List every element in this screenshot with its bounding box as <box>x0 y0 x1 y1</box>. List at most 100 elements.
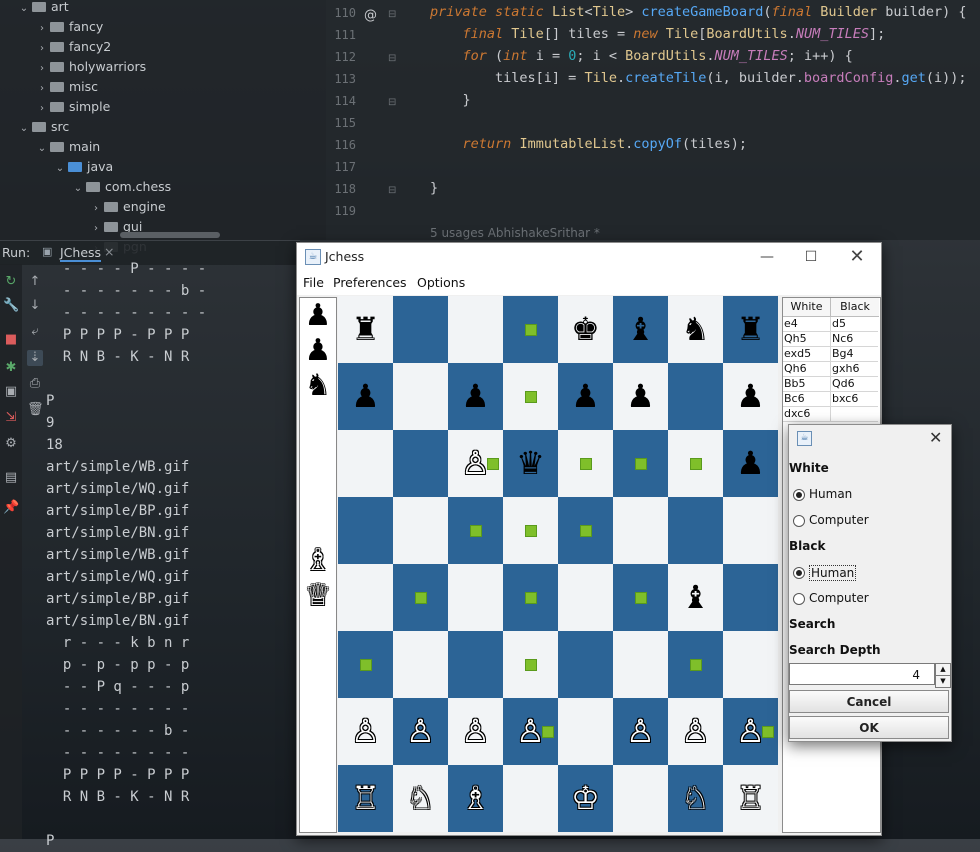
usages-hint[interactable]: 5 usages AbhishakeSrithar * <box>430 226 600 240</box>
black-rook-icon[interactable]: ♜ <box>723 296 778 363</box>
white-bishop-icon[interactable]: ♗ <box>448 765 503 832</box>
close-tab-icon[interactable]: × <box>104 244 114 259</box>
board-square[interactable] <box>393 497 448 564</box>
board-square[interactable] <box>503 497 558 564</box>
tree-item-src[interactable]: ⌄ src <box>16 117 69 137</box>
scroll-to-end-icon[interactable]: ⇣ <box>27 350 43 366</box>
board-square[interactable]: ♟ <box>723 430 778 497</box>
white-pawn-icon[interactable]: ♙ <box>338 698 393 765</box>
board-square[interactable]: ♖ <box>723 765 778 832</box>
board-square[interactable] <box>393 296 448 363</box>
board-square[interactable] <box>503 765 558 832</box>
rerun-icon[interactable]: ↻ <box>3 274 19 290</box>
legal-move-marker[interactable] <box>542 726 554 738</box>
black-pawn-icon[interactable]: ♟ <box>723 430 778 497</box>
board-square[interactable]: ♙ <box>503 698 558 765</box>
code-line[interactable]: } <box>430 92 471 108</box>
code-line[interactable]: for (int i = 0; i < BoardUtils.NUM_TILES… <box>430 48 853 64</box>
scroll-up-icon[interactable]: ↑ <box>27 274 43 290</box>
menu-options[interactable]: Options <box>417 271 465 295</box>
wrench-icon[interactable]: 🔧 <box>3 298 19 314</box>
stop-icon[interactable]: ■ <box>3 332 19 348</box>
menu-preferences[interactable]: Preferences <box>333 271 407 295</box>
white-pawn-icon[interactable]: ♙ <box>448 698 503 765</box>
board-square[interactable] <box>613 497 668 564</box>
fold-marker-icon[interactable]: ⊟ <box>388 97 396 108</box>
white-knight-icon[interactable]: ♘ <box>393 765 448 832</box>
code-line[interactable]: } <box>430 180 438 196</box>
chevron-down-icon[interactable]: ⌄ <box>16 0 32 19</box>
fold-marker-icon[interactable]: ⊟ <box>388 185 396 196</box>
board-square[interactable] <box>503 564 558 631</box>
chevron-down-icon[interactable]: ⌄ <box>70 179 86 199</box>
board-square[interactable] <box>668 497 723 564</box>
print-icon[interactable]: ⎙ <box>27 376 43 392</box>
legal-move-marker[interactable] <box>580 525 592 537</box>
board-square[interactable]: ♟ <box>723 363 778 430</box>
board-square[interactable] <box>668 363 723 430</box>
trash-icon[interactable]: 🗑 <box>27 402 44 418</box>
board-square[interactable]: ♟ <box>448 363 503 430</box>
white-computer-radio[interactable] <box>793 515 805 527</box>
board-square[interactable] <box>393 363 448 430</box>
board-square[interactable]: ♚ <box>558 296 613 363</box>
legal-move-marker[interactable] <box>690 659 702 671</box>
white-king-icon[interactable]: ♔ <box>558 765 613 832</box>
board-square[interactable]: ♙ <box>338 698 393 765</box>
board-square[interactable] <box>503 631 558 698</box>
tree-scrollbar[interactable] <box>120 232 220 238</box>
code-line[interactable]: tiles[i] = Tile.createTile(i, builder.bo… <box>430 70 966 86</box>
cancel-button[interactable]: Cancel <box>789 690 949 713</box>
tree-item-engine[interactable]: › engine <box>88 197 166 217</box>
board-square[interactable] <box>558 497 613 564</box>
black-human-label[interactable]: Human <box>809 565 857 581</box>
white-computer-label[interactable]: Computer <box>809 513 869 527</box>
white-human-radio[interactable] <box>793 489 805 501</box>
chevron-down-icon[interactable]: ⌄ <box>34 139 50 159</box>
white-rook-icon[interactable]: ♖ <box>723 765 778 832</box>
board-square[interactable] <box>668 631 723 698</box>
tree-item-fancy[interactable]: › fancy <box>34 17 103 37</box>
legal-move-marker[interactable] <box>525 391 537 403</box>
ok-button[interactable]: OK <box>789 716 949 739</box>
dialog-close-button[interactable]: ✕ <box>929 428 942 447</box>
board-square[interactable]: ♔ <box>558 765 613 832</box>
board-square[interactable]: ♙ <box>723 698 778 765</box>
board-square[interactable]: ♞ <box>668 296 723 363</box>
white-pawn-icon[interactable]: ♙ <box>668 698 723 765</box>
board-square[interactable]: ♗ <box>448 765 503 832</box>
board-square[interactable]: ♙ <box>448 698 503 765</box>
legal-move-marker[interactable] <box>525 592 537 604</box>
chevron-right-icon[interactable]: › <box>88 219 104 239</box>
board-square[interactable] <box>448 296 503 363</box>
board-square[interactable]: ♙ <box>448 430 503 497</box>
board-square[interactable] <box>613 631 668 698</box>
tree-item-com-chess[interactable]: ⌄ com.chess <box>70 177 171 197</box>
board-square[interactable]: ♘ <box>668 765 723 832</box>
chevron-right-icon[interactable]: › <box>34 99 50 119</box>
board-square[interactable] <box>723 564 778 631</box>
chevron-right-icon[interactable]: › <box>34 59 50 79</box>
board-square[interactable] <box>448 631 503 698</box>
settings-icon[interactable]: ⚙ <box>3 436 19 452</box>
legal-move-marker[interactable] <box>487 458 499 470</box>
legal-move-marker[interactable] <box>580 458 592 470</box>
code-editor[interactable]: @ 110 111 112 113 114 115 116 117 118 119 private … <box>326 0 980 240</box>
board-square[interactable]: ♙ <box>613 698 668 765</box>
board-square[interactable] <box>338 564 393 631</box>
minimize-button[interactable]: — <box>745 243 789 271</box>
code-line[interactable]: private static List<Tile> createGameBoar… <box>430 4 967 20</box>
chevron-right-icon[interactable]: › <box>34 19 50 39</box>
board-square[interactable]: ♟ <box>613 363 668 430</box>
legal-move-marker[interactable] <box>762 726 774 738</box>
board-square[interactable]: ♝ <box>613 296 668 363</box>
white-pawn-icon[interactable]: ♙ <box>393 698 448 765</box>
close-button[interactable]: ✕ <box>835 243 879 271</box>
chess-board[interactable]: ♜ ♚ ♝ ♞ ♜ ♟ ♟ ♟ ♟ ♟ ♙ ♛ ♟ ♝ ♙ ♙ ♙ ♙ ♙ ♙ ♙ ♖ ♘ ♗ ♔ ♘ ♖ <box>338 296 778 832</box>
code-line[interactable]: return ImmutableList.copyOf(tiles); <box>430 136 748 152</box>
board-square[interactable]: ♟ <box>338 363 393 430</box>
tree-item-main[interactable]: ⌄ main <box>34 137 100 157</box>
board-square[interactable] <box>448 497 503 564</box>
spinner-down-icon[interactable]: ▼ <box>935 675 951 688</box>
board-square[interactable] <box>393 564 448 631</box>
